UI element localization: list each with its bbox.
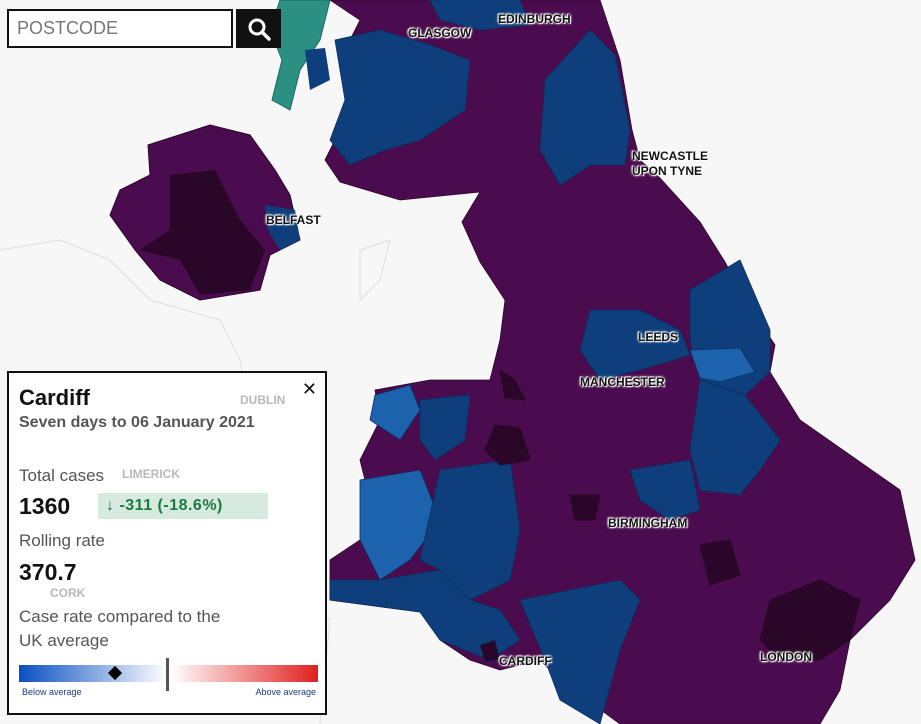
label-birmingham: BIRMINGHAM bbox=[608, 516, 688, 530]
search-icon bbox=[248, 18, 271, 41]
below-average-label: Below average bbox=[22, 687, 82, 697]
label-manchester: MANCHESTER bbox=[580, 375, 665, 389]
postcode-input[interactable] bbox=[9, 11, 235, 46]
label-edinburgh: EDINBURGH bbox=[498, 12, 571, 26]
comparison-scale bbox=[19, 658, 318, 691]
uk-average-marker bbox=[166, 658, 169, 691]
label-newcastle: NEWCASTLE UPON TYNE bbox=[632, 149, 708, 178]
area-info-panel: ✕ Cardiff Seven days to 06 January 2021 … bbox=[7, 371, 327, 715]
comparison-label: Case rate compared to the UK average bbox=[19, 607, 221, 650]
rolling-rate-label: Rolling rate bbox=[19, 531, 105, 550]
label-dublin: DUBLIN bbox=[240, 393, 286, 407]
label-belfast: BELFAST bbox=[266, 213, 321, 227]
above-average-label: Above average bbox=[255, 687, 316, 697]
label-limerick: LIMERICK bbox=[122, 467, 180, 481]
close-icon[interactable]: ✕ bbox=[302, 379, 317, 400]
label-london: LONDON bbox=[760, 650, 812, 664]
total-cases-label: Total cases bbox=[19, 466, 105, 485]
change-badge: ↓ -311 (-18.6%) bbox=[98, 493, 268, 519]
total-cases-value: 1360 bbox=[19, 493, 71, 519]
rolling-rate-value: 370.7 bbox=[19, 559, 77, 585]
label-glasgow: GLASGOW bbox=[408, 26, 472, 40]
period: Seven days to 06 January 2021 bbox=[19, 414, 255, 431]
search-button[interactable] bbox=[236, 9, 281, 48]
area-name: Cardiff bbox=[19, 385, 90, 410]
label-cardiff: CARDIFF bbox=[499, 654, 552, 668]
label-cork: CORK bbox=[50, 586, 86, 600]
postcode-search bbox=[7, 9, 235, 48]
island-arran[interactable] bbox=[305, 48, 330, 90]
label-leeds: LEEDS bbox=[638, 330, 679, 344]
